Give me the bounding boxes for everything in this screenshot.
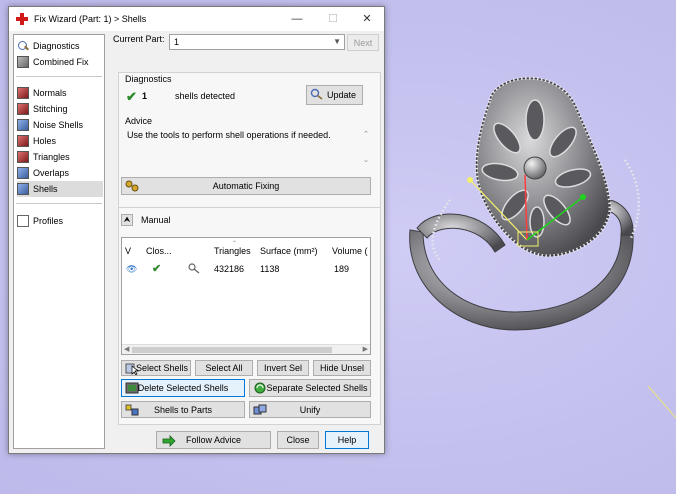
advice-text-box: Use the tools to perform shell operation… bbox=[121, 126, 371, 170]
wand-icon bbox=[17, 40, 29, 52]
axis-indicator bbox=[648, 386, 676, 419]
nav-item-stitching[interactable]: Stitching bbox=[17, 101, 103, 117]
overlaps-icon bbox=[17, 167, 29, 179]
gears-icon bbox=[125, 180, 139, 192]
update-button[interactable]: Update bbox=[306, 85, 363, 105]
scroll-left-icon[interactable]: ◀ bbox=[124, 345, 129, 353]
scrollbar-thumb[interactable] bbox=[132, 347, 332, 353]
nav-divider bbox=[16, 203, 102, 204]
advice-heading: Advice bbox=[125, 116, 153, 126]
column-header-volume[interactable]: Volume ( bbox=[332, 246, 368, 256]
delete-shells-icon bbox=[125, 382, 139, 394]
close-window-button[interactable]: ✕ bbox=[349, 7, 385, 31]
eye-icon[interactable]: 👁 bbox=[126, 264, 137, 275]
scroll-down-icon[interactable]: ⌄ bbox=[363, 156, 369, 164]
app-cross-icon bbox=[16, 13, 28, 25]
select-all-button[interactable]: Select All bbox=[195, 360, 253, 376]
profiles-icon bbox=[17, 215, 29, 227]
nav-item-normals[interactable]: Normals bbox=[17, 85, 103, 101]
holes-icon bbox=[17, 135, 29, 147]
nav-item-overlaps[interactable]: Overlaps bbox=[17, 165, 103, 181]
invert-selection-button[interactable]: Invert Sel bbox=[257, 360, 309, 376]
diagnostics-heading: Diagnostics bbox=[125, 74, 172, 84]
nav-item-diagnostics[interactable]: Diagnostics bbox=[17, 38, 103, 54]
noise-shells-icon bbox=[17, 119, 29, 131]
window-title: Fix Wizard (Part: 1) > Shells bbox=[34, 14, 147, 24]
select-shells-button[interactable]: Select Shells bbox=[121, 360, 191, 376]
nav-item-combined-fix[interactable]: Combined Fix bbox=[17, 54, 103, 70]
title-bar: Fix Wizard (Part: 1) > Shells — ☐ ✕ bbox=[9, 7, 384, 31]
separate-shells-icon bbox=[254, 382, 266, 394]
nav-item-shells[interactable]: Shells bbox=[17, 181, 103, 197]
scroll-up-icon[interactable]: ⌃ bbox=[363, 130, 369, 138]
shells-table[interactable]: V Clos... Triangles Surface (mm²) Volume… bbox=[121, 237, 371, 355]
nav-divider bbox=[16, 76, 102, 77]
horizontal-scrollbar[interactable]: ◀ ▶ bbox=[122, 344, 370, 354]
nav-item-holes[interactable]: Holes bbox=[17, 133, 103, 149]
wizard-nav: Diagnostics Combined Fix Normals Stitchi… bbox=[13, 34, 105, 449]
cell-triangles: 432186 bbox=[214, 264, 245, 274]
wand-icon bbox=[310, 88, 323, 100]
column-header-closed[interactable]: Clos... bbox=[146, 246, 172, 256]
minimize-button[interactable]: — bbox=[279, 7, 315, 31]
collapse-manual-button[interactable]: ⮝ bbox=[121, 214, 133, 226]
automatic-fixing-button[interactable]: Automatic Fixing bbox=[121, 177, 371, 195]
separate-selected-shells-button[interactable]: Separate Selected Shells bbox=[249, 379, 371, 397]
close-button[interactable]: Close bbox=[277, 431, 319, 449]
diagnostics-text: shells detected bbox=[175, 91, 236, 101]
manual-heading: Manual bbox=[141, 215, 171, 225]
cell-volume: 189 bbox=[334, 264, 350, 274]
column-header-surface[interactable]: Surface (mm²) bbox=[260, 246, 318, 256]
help-button[interactable]: Help bbox=[325, 431, 369, 449]
cell-surface: 1138 bbox=[260, 264, 280, 274]
shell-count: 1 bbox=[142, 91, 148, 101]
nav-item-profiles[interactable]: Profiles bbox=[17, 213, 103, 229]
ring-model[interactable] bbox=[395, 60, 676, 360]
shells-icon bbox=[17, 183, 29, 195]
check-icon: ✔ bbox=[126, 89, 137, 104]
maximize-button[interactable]: ☐ bbox=[315, 7, 351, 31]
advice-text: Use the tools to perform shell operation… bbox=[127, 130, 331, 140]
chevron-down-icon: ▼ bbox=[333, 37, 341, 46]
arrow-right-icon bbox=[162, 435, 176, 447]
unify-button[interactable]: Unify bbox=[249, 401, 371, 418]
delete-selected-shells-button[interactable]: Delete Selected Shells bbox=[121, 379, 245, 397]
scroll-right-icon[interactable]: ▶ bbox=[363, 345, 368, 353]
normals-icon bbox=[17, 87, 29, 99]
column-header-triangles[interactable]: Triangles bbox=[214, 246, 251, 256]
nav-item-triangles[interactable]: Triangles bbox=[17, 149, 103, 165]
column-header-visible[interactable]: V bbox=[125, 246, 131, 256]
hide-unselected-button[interactable]: Hide Unsel bbox=[313, 360, 371, 376]
wand-icon[interactable] bbox=[188, 263, 200, 274]
nav-item-noise-shells[interactable]: Noise Shells bbox=[17, 117, 103, 133]
fix-wizard-dialog: Fix Wizard (Part: 1) > Shells — ☐ ✕ Diag… bbox=[8, 6, 385, 454]
sort-indicator-icon: ⌃ bbox=[232, 241, 238, 247]
next-button[interactable]: Next bbox=[347, 34, 379, 51]
current-part-label: Current Part: bbox=[113, 34, 165, 44]
unify-icon bbox=[253, 404, 267, 415]
cube-icon bbox=[17, 56, 29, 68]
stitching-icon bbox=[17, 103, 29, 115]
triangles-icon bbox=[17, 151, 29, 163]
check-icon: ✔ bbox=[152, 263, 162, 275]
shells-to-parts-icon bbox=[125, 404, 139, 416]
current-part-select[interactable]: 1 ▼ bbox=[169, 34, 345, 50]
shells-to-parts-button[interactable]: Shells to Parts bbox=[121, 401, 245, 418]
select-cursor-icon bbox=[125, 363, 139, 375]
follow-advice-button[interactable]: Follow Advice bbox=[156, 431, 271, 449]
